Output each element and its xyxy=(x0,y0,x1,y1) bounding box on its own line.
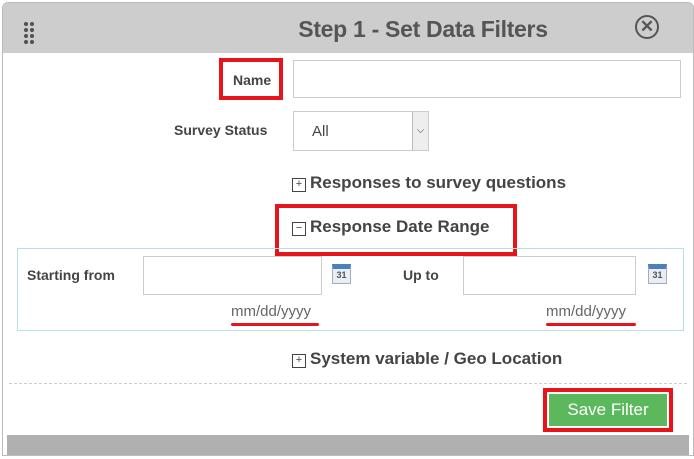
highlight-underline xyxy=(546,323,636,326)
responses-section-label: Responses to survey questions xyxy=(310,173,567,192)
survey-status-select[interactable]: All ⌵ xyxy=(293,111,429,151)
plus-icon: + xyxy=(292,178,306,192)
start-date-input[interactable] xyxy=(143,256,322,295)
dialog-header[interactable]: Step 1 - Set Data Filters ✕ xyxy=(3,3,693,53)
chevron-down-icon[interactable]: ⌵ xyxy=(412,112,428,150)
start-date-label: Starting from xyxy=(27,267,115,283)
close-icon[interactable]: ✕ xyxy=(635,15,659,39)
calendar-icon[interactable]: 31 xyxy=(332,264,351,284)
end-date-input[interactable] xyxy=(463,256,636,295)
highlight-box xyxy=(219,58,283,100)
dialog-footer xyxy=(7,435,689,455)
filter-dialog: Step 1 - Set Data Filters ✕ Name Survey … xyxy=(2,2,694,456)
dialog-title: Step 1 - Set Data Filters xyxy=(298,16,548,42)
survey-status-value: All xyxy=(312,123,329,140)
highlight-underline xyxy=(231,323,319,326)
system-variable-toggle[interactable]: + System variable / Geo Location xyxy=(292,349,562,369)
calendar-icon[interactable]: 31 xyxy=(648,264,667,284)
name-input[interactable] xyxy=(293,60,681,98)
plus-icon: + xyxy=(292,354,306,368)
start-date-hint: mm/dd/yyyy xyxy=(231,303,312,320)
survey-status-label: Survey Status xyxy=(174,122,268,138)
system-variable-label: System variable / Geo Location xyxy=(310,349,563,368)
end-date-hint: mm/dd/yyyy xyxy=(546,303,627,320)
end-date-label: Up to xyxy=(403,267,439,283)
save-filter-button[interactable]: Save Filter xyxy=(549,394,667,426)
divider xyxy=(9,383,687,384)
responses-toggle[interactable]: + Responses to survey questions xyxy=(292,173,566,193)
